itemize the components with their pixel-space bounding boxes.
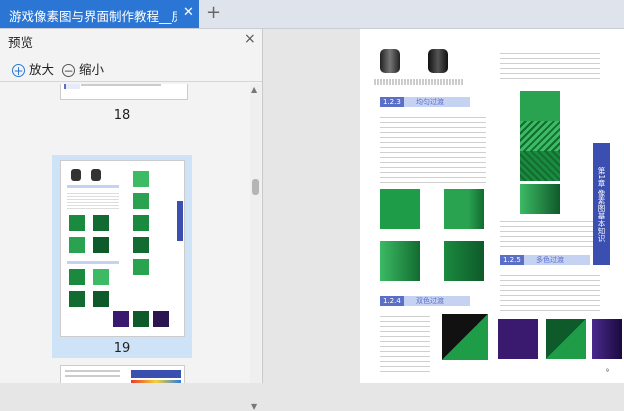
section-number: 1.2.5 [500, 255, 524, 265]
section-title: 均匀过渡 [416, 98, 444, 106]
zoom-out-button[interactable]: − 缩小 [62, 59, 104, 78]
thumbnail-list: 18 19 [0, 84, 248, 383]
document-page: 1.2.3 均匀过渡 1.2.4 双色过渡 1.2.5 多色过渡 9 [360, 29, 624, 383]
zoom-in-label: 放大 [29, 62, 55, 77]
chapter-tab: 第1章 像素图基本知识 [593, 143, 610, 265]
zoom-out-icon: − [62, 64, 75, 78]
zoom-out-label: 缩小 [79, 62, 105, 77]
green-swatch [444, 189, 484, 229]
purple-swatch [498, 319, 538, 359]
page-thumbnail-19[interactable] [60, 160, 185, 337]
zoom-in-icon: + [12, 64, 25, 78]
page-number: 9 [606, 369, 609, 374]
two-color-swatch [442, 314, 488, 360]
close-icon[interactable]: × [244, 31, 256, 47]
body-text [500, 217, 600, 247]
document-viewport: 1.2.3 均匀过渡 1.2.4 双色过渡 1.2.5 多色过渡 9 [263, 29, 624, 383]
scrollbar-thumb[interactable] [252, 179, 259, 195]
page-thumbnail-20[interactable] [60, 365, 185, 383]
green-swatch [380, 241, 420, 281]
divider [0, 81, 262, 82]
section-number: 1.2.4 [380, 296, 404, 306]
cylinder-image [428, 49, 448, 73]
green-swatch [520, 91, 560, 121]
new-tab-button[interactable]: + [206, 2, 221, 23]
page-number-19: 19 [113, 341, 131, 356]
section-header-1-2-4: 1.2.4 双色过渡 [380, 296, 470, 306]
section-number: 1.2.3 [380, 97, 404, 107]
body-text [380, 312, 430, 372]
scroll-down-icon[interactable]: ▼ [251, 402, 257, 411]
thumbnail-scrollbar[interactable] [250, 84, 261, 383]
figure-caption [374, 79, 464, 85]
green-swatch [520, 151, 560, 181]
scroll-up-icon[interactable]: ▲ [251, 85, 257, 94]
panel-title: 预览 [8, 35, 34, 50]
section-title: 多色过渡 [536, 256, 564, 264]
green-swatch [520, 184, 560, 214]
page-thumbnail-18[interactable] [60, 84, 188, 100]
tab-bar: 游戏像素图与界面制作教程__房… ✕ + [0, 0, 624, 29]
section-title: 双色过渡 [416, 297, 444, 305]
section-header-1-2-3: 1.2.3 均匀过渡 [380, 97, 470, 107]
green-swatch [546, 319, 586, 359]
document-tab[interactable]: 游戏像素图与界面制作教程__房… ✕ [0, 0, 199, 28]
preview-panel: 预览 × + 放大 − 缩小 18 19 ▲ ▼ [0, 29, 263, 411]
green-swatch [444, 241, 484, 281]
zoom-in-button[interactable]: + 放大 [12, 59, 54, 78]
page-number-18: 18 [113, 108, 131, 123]
body-text [500, 49, 600, 79]
green-swatch [380, 189, 420, 229]
cylinder-image [380, 49, 400, 73]
tab-title: 游戏像素图与界面制作教程__房… [9, 9, 177, 24]
green-swatch [520, 121, 560, 151]
section-header-1-2-5: 1.2.5 多色过渡 [500, 255, 590, 265]
close-icon[interactable]: ✕ [183, 5, 194, 20]
body-text [500, 271, 600, 311]
purple-swatch [592, 319, 622, 359]
body-text [380, 113, 486, 183]
